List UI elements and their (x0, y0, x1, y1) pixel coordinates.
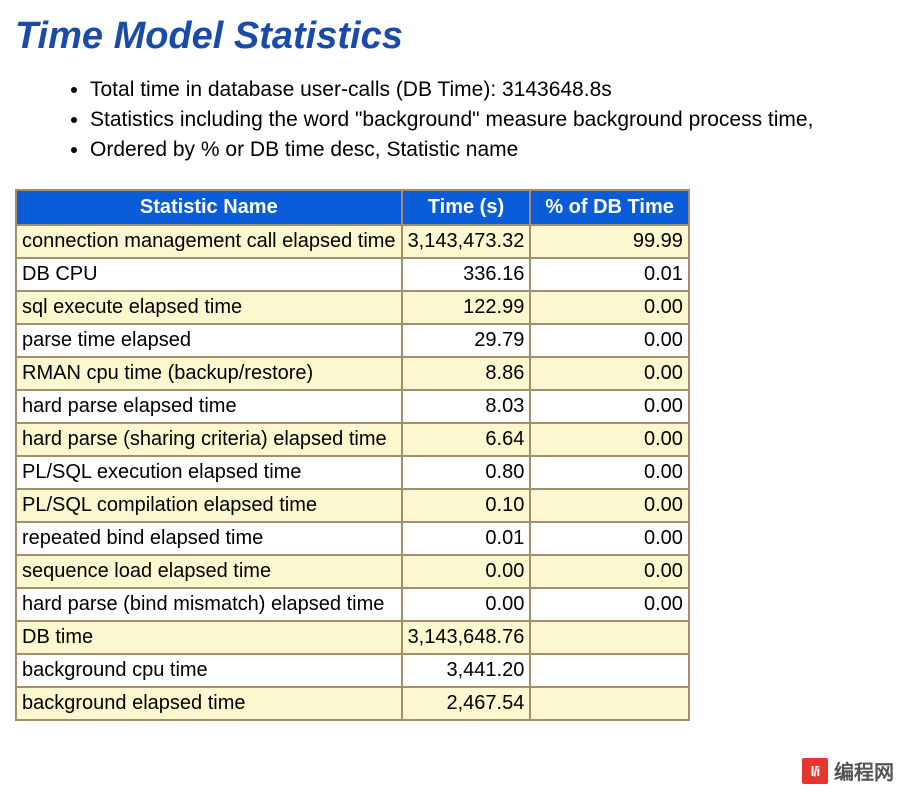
watermark-label: 编程网 (834, 756, 894, 785)
cell-name: DB time (16, 621, 402, 654)
notes-list: Total time in database user-calls (DB Ti… (15, 76, 885, 165)
col-pct-db-time: % of DB Time (530, 190, 689, 225)
table-row: sequence load elapsed time 0.00 0.00 (16, 555, 689, 588)
cell-pct (530, 621, 689, 654)
cell-time: 0.00 (402, 588, 531, 621)
cell-pct: 0.00 (530, 291, 689, 324)
cell-name: connection management call elapsed time (16, 225, 402, 258)
cell-pct (530, 654, 689, 687)
cell-pct: 0.00 (530, 489, 689, 522)
cell-name: hard parse (sharing criteria) elapsed ti… (16, 423, 402, 456)
note-item: Ordered by % or DB time desc, Statistic … (90, 136, 885, 165)
cell-pct: 0.00 (530, 555, 689, 588)
cell-time: 0.80 (402, 456, 531, 489)
cell-time: 336.16 (402, 258, 531, 291)
page-title: Time Model Statistics (15, 15, 885, 58)
cell-pct: 0.00 (530, 423, 689, 456)
time-model-table: Statistic Name Time (s) % of DB Time con… (15, 189, 690, 721)
cell-time: 0.00 (402, 555, 531, 588)
note-item: Statistics including the word "backgroun… (90, 106, 885, 135)
cell-name: background cpu time (16, 654, 402, 687)
note-item: Total time in database user-calls (DB Ti… (90, 76, 885, 105)
table-row: hard parse (bind mismatch) elapsed time … (16, 588, 689, 621)
cell-time: 3,441.20 (402, 654, 531, 687)
col-statistic-name: Statistic Name (16, 190, 402, 225)
cell-name: hard parse (bind mismatch) elapsed time (16, 588, 402, 621)
cell-time: 29.79 (402, 324, 531, 357)
cell-name: repeated bind elapsed time (16, 522, 402, 555)
cell-pct: 0.00 (530, 522, 689, 555)
cell-pct: 0.01 (530, 258, 689, 291)
cell-name: sql execute elapsed time (16, 291, 402, 324)
table-row: background elapsed time 2,467.54 (16, 687, 689, 720)
table-row: sql execute elapsed time 122.99 0.00 (16, 291, 689, 324)
table-row: connection management call elapsed time … (16, 225, 689, 258)
table-row: background cpu time 3,441.20 (16, 654, 689, 687)
table-row: DB CPU 336.16 0.01 (16, 258, 689, 291)
cell-pct (530, 687, 689, 720)
cell-pct: 99.99 (530, 225, 689, 258)
table-row: PL/SQL compilation elapsed time 0.10 0.0… (16, 489, 689, 522)
cell-time: 0.01 (402, 522, 531, 555)
table-row: hard parse elapsed time 8.03 0.00 (16, 390, 689, 423)
watermark-logo-icon: l/i (802, 758, 828, 784)
cell-name: DB CPU (16, 258, 402, 291)
cell-name: parse time elapsed (16, 324, 402, 357)
watermark: l/i 编程网 (802, 756, 894, 785)
table-row: PL/SQL execution elapsed time 0.80 0.00 (16, 456, 689, 489)
col-time: Time (s) (402, 190, 531, 225)
cell-name: PL/SQL compilation elapsed time (16, 489, 402, 522)
cell-pct: 0.00 (530, 357, 689, 390)
cell-time: 8.03 (402, 390, 531, 423)
cell-time: 3,143,473.32 (402, 225, 531, 258)
cell-time: 8.86 (402, 357, 531, 390)
cell-pct: 0.00 (530, 456, 689, 489)
cell-name: background elapsed time (16, 687, 402, 720)
table-row: parse time elapsed 29.79 0.00 (16, 324, 689, 357)
cell-time: 6.64 (402, 423, 531, 456)
cell-time: 122.99 (402, 291, 531, 324)
table-row: hard parse (sharing criteria) elapsed ti… (16, 423, 689, 456)
cell-time: 3,143,648.76 (402, 621, 531, 654)
cell-pct: 0.00 (530, 588, 689, 621)
table-row: DB time 3,143,648.76 (16, 621, 689, 654)
table-row: RMAN cpu time (backup/restore) 8.86 0.00 (16, 357, 689, 390)
cell-time: 2,467.54 (402, 687, 531, 720)
table-row: repeated bind elapsed time 0.01 0.00 (16, 522, 689, 555)
cell-pct: 0.00 (530, 324, 689, 357)
cell-name: hard parse elapsed time (16, 390, 402, 423)
cell-name: RMAN cpu time (backup/restore) (16, 357, 402, 390)
cell-pct: 0.00 (530, 390, 689, 423)
cell-name: sequence load elapsed time (16, 555, 402, 588)
cell-time: 0.10 (402, 489, 531, 522)
table-header-row: Statistic Name Time (s) % of DB Time (16, 190, 689, 225)
cell-name: PL/SQL execution elapsed time (16, 456, 402, 489)
